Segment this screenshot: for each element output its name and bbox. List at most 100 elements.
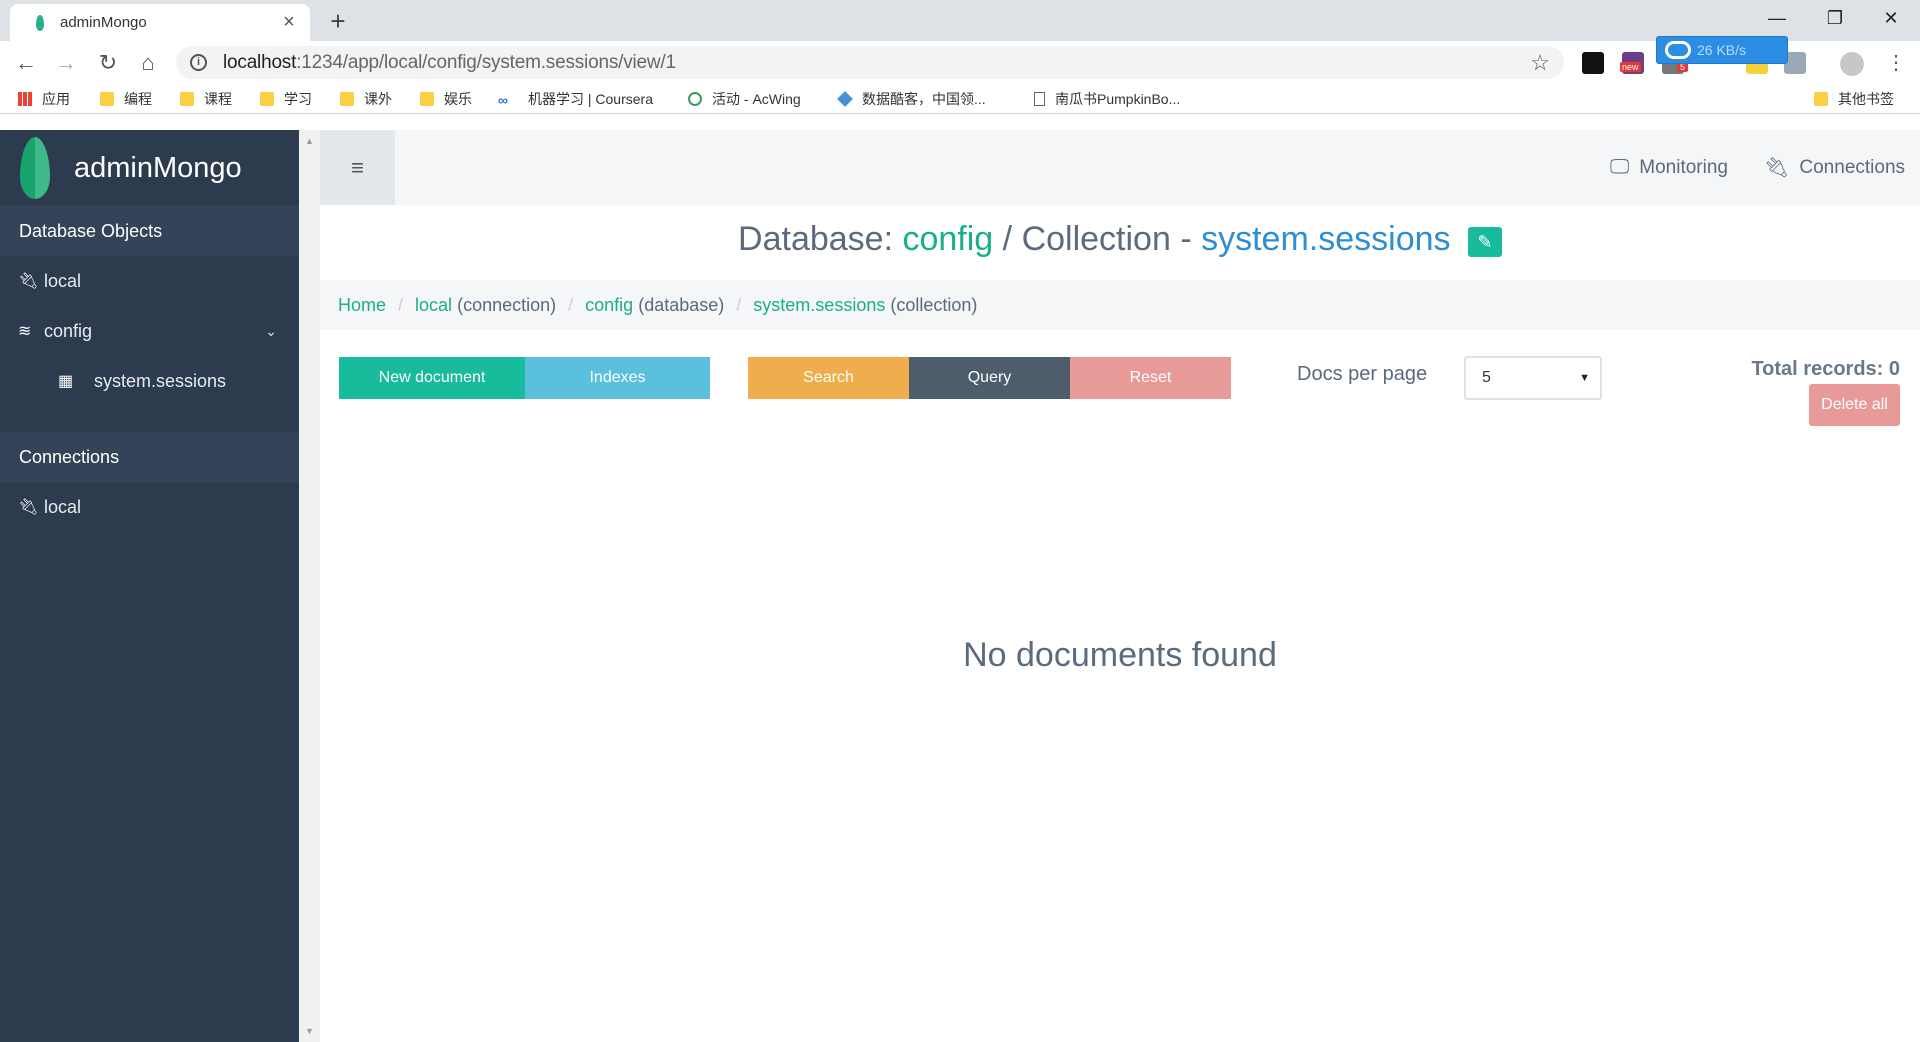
page-icon xyxy=(1034,92,1045,106)
bookmark-label: 娱乐 xyxy=(444,91,472,107)
forward-icon[interactable]: → xyxy=(52,49,80,77)
back-icon[interactable]: ← xyxy=(12,49,40,77)
bookmark-star-icon[interactable]: ☆ xyxy=(1530,50,1550,76)
top-bar: ≡ 🖵︎ Monitoring 🔌︎ Connections xyxy=(320,130,1920,205)
breadcrumb-separator: / xyxy=(736,294,742,315)
breadcrumb-database-type: (database) xyxy=(638,294,725,315)
cloud-icon xyxy=(1665,41,1691,59)
bookmark-label: 南瓜书PumpkinBo... xyxy=(1055,91,1181,107)
breadcrumb-collection[interactable]: system.sessions xyxy=(753,295,885,316)
sidebar-scrollbar[interactable]: ▲ ▼ xyxy=(299,130,320,1042)
bookmark-label: 编程 xyxy=(124,91,152,107)
bookmark-other[interactable]: 其他书签 xyxy=(1814,89,1894,109)
extension-new-icon[interactable]: new xyxy=(1620,52,1644,74)
reset-button[interactable]: Reset xyxy=(1070,357,1231,399)
bookmark-label: 数据酷客，中国领... xyxy=(862,91,986,107)
url-host: localhost xyxy=(223,51,297,73)
download-speed-widget[interactable]: 26 KB/s xyxy=(1656,36,1788,64)
total-records: Total records: 0 xyxy=(1751,358,1900,380)
bookmark-label: 其他书签 xyxy=(1838,91,1894,107)
bookmark-folder[interactable]: 课程 xyxy=(180,89,232,109)
app-name: adminMongo xyxy=(74,151,242,184)
monitor-icon: 🖵︎ xyxy=(1610,156,1630,178)
extension-icon[interactable] xyxy=(1582,52,1604,74)
bookmark-folder[interactable]: 学习 xyxy=(260,89,312,109)
new-tab-icon[interactable]: + xyxy=(326,6,350,37)
apps-grid-icon xyxy=(18,92,32,106)
breadcrumb-home[interactable]: Home xyxy=(338,295,386,316)
scroll-up-icon[interactable]: ▲ xyxy=(305,136,314,146)
title-db-name: config xyxy=(902,220,994,258)
sidebar-item-system-sessions[interactable]: ▦ system.sessions xyxy=(0,356,299,406)
edit-collection-button[interactable]: ✎ xyxy=(1467,227,1502,257)
mongo-leaf-icon xyxy=(20,137,50,199)
plug-icon: 🔌︎ xyxy=(18,273,39,290)
sidebar-item-label: local xyxy=(44,496,82,517)
pencil-icon: ✎ xyxy=(1477,232,1493,252)
bookmark-apps[interactable]: 应用 xyxy=(18,89,70,109)
minimize-icon[interactable]: — xyxy=(1748,0,1806,36)
bookmark-pumpkin[interactable]: 南瓜书PumpkinBo... xyxy=(1034,89,1180,109)
bookmark-acwing[interactable]: 活动 - AcWing xyxy=(688,89,801,109)
query-button[interactable]: Query xyxy=(909,357,1070,399)
plug-icon: 🔌︎ xyxy=(18,499,39,516)
coursera-icon: ∞ xyxy=(498,92,508,108)
bookmark-label: 课程 xyxy=(204,91,232,107)
home-icon[interactable]: ⌂ xyxy=(134,49,162,77)
mongo-leaf-icon xyxy=(36,14,44,31)
database-icon: ≋ xyxy=(18,323,32,340)
profile-avatar[interactable] xyxy=(1840,52,1864,76)
title-separator: / xyxy=(1002,220,1013,258)
bookmark-label: 学习 xyxy=(284,91,312,107)
breadcrumb-separator: / xyxy=(568,294,574,315)
monitoring-label: Monitoring xyxy=(1639,156,1728,178)
bookmark-coursera[interactable]: ∞ 机器学习 | Coursera xyxy=(498,89,653,109)
docs-per-page-select[interactable]: 5 ▼ xyxy=(1464,356,1602,400)
sidebar-item-local[interactable]: 🔌︎ local xyxy=(0,256,299,306)
indexes-button[interactable]: Indexes xyxy=(525,357,710,399)
tab-title: adminMongo xyxy=(60,14,147,31)
folder-icon xyxy=(100,92,114,106)
browser-tab[interactable]: adminMongo × xyxy=(10,4,310,41)
search-button[interactable]: Search xyxy=(748,357,909,399)
breadcrumb-collection-type: (collection) xyxy=(890,294,978,315)
close-icon[interactable]: × xyxy=(280,11,298,34)
browser-toolbar: ← → ↻ ⌂ i localhost:1234/app/local/confi… xyxy=(0,41,1920,84)
folder-icon xyxy=(180,92,194,106)
address-bar[interactable]: i localhost:1234/app/local/config/system… xyxy=(176,46,1564,79)
info-icon[interactable]: i xyxy=(190,54,207,71)
docs-per-page-label: Docs per page xyxy=(1297,363,1428,385)
scroll-down-icon[interactable]: ▼ xyxy=(305,1026,314,1036)
breadcrumb-connection-type: (connection) xyxy=(457,294,557,315)
bookmark-folder[interactable]: 课外 xyxy=(340,89,392,109)
sidebar-item-connection-local[interactable]: 🔌︎ local xyxy=(0,482,299,532)
more-menu-icon[interactable]: ⋮ xyxy=(1886,50,1906,75)
folder-icon xyxy=(420,92,434,106)
sidebar-item-label: config xyxy=(44,320,93,341)
connections-link[interactable]: 🔌︎ Connections xyxy=(1764,130,1905,205)
breadcrumb-database[interactable]: config xyxy=(585,295,633,316)
download-speed: 26 KB/s xyxy=(1697,42,1747,58)
restore-icon[interactable]: ❐ xyxy=(1806,0,1864,36)
delete-all-button[interactable]: Delete all xyxy=(1809,384,1900,426)
app-logo[interactable]: adminMongo xyxy=(20,130,242,206)
title-coll-name: system.sessions xyxy=(1201,220,1451,258)
breadcrumb-connection[interactable]: local xyxy=(415,295,452,316)
acwing-icon xyxy=(688,92,702,106)
caret-down-icon: ▼ xyxy=(1579,372,1590,384)
folder-icon xyxy=(260,92,274,106)
new-document-button[interactable]: New document xyxy=(339,357,525,399)
reload-icon[interactable]: ↻ xyxy=(94,49,122,77)
hamburger-menu-icon[interactable]: ≡ xyxy=(320,130,395,205)
connections-label: Connections xyxy=(1799,156,1906,178)
bookmark-label: 活动 - AcWing xyxy=(712,91,801,107)
bookmark-folder[interactable]: 娱乐 xyxy=(420,89,472,109)
sidebar-item-config[interactable]: ≋ config ⌄ xyxy=(0,306,299,356)
breadcrumb-separator: / xyxy=(398,294,404,315)
sidebar-item-label: system.sessions xyxy=(94,370,227,391)
bookmark-cookdata[interactable]: 数据酷客，中国领... xyxy=(837,89,986,109)
chevron-down-icon[interactable]: ⌄ xyxy=(265,323,277,340)
bookmark-folder[interactable]: 编程 xyxy=(100,89,152,109)
window-close-icon[interactable]: ✕ xyxy=(1862,0,1920,36)
monitoring-link[interactable]: 🖵︎ Monitoring xyxy=(1610,130,1728,205)
